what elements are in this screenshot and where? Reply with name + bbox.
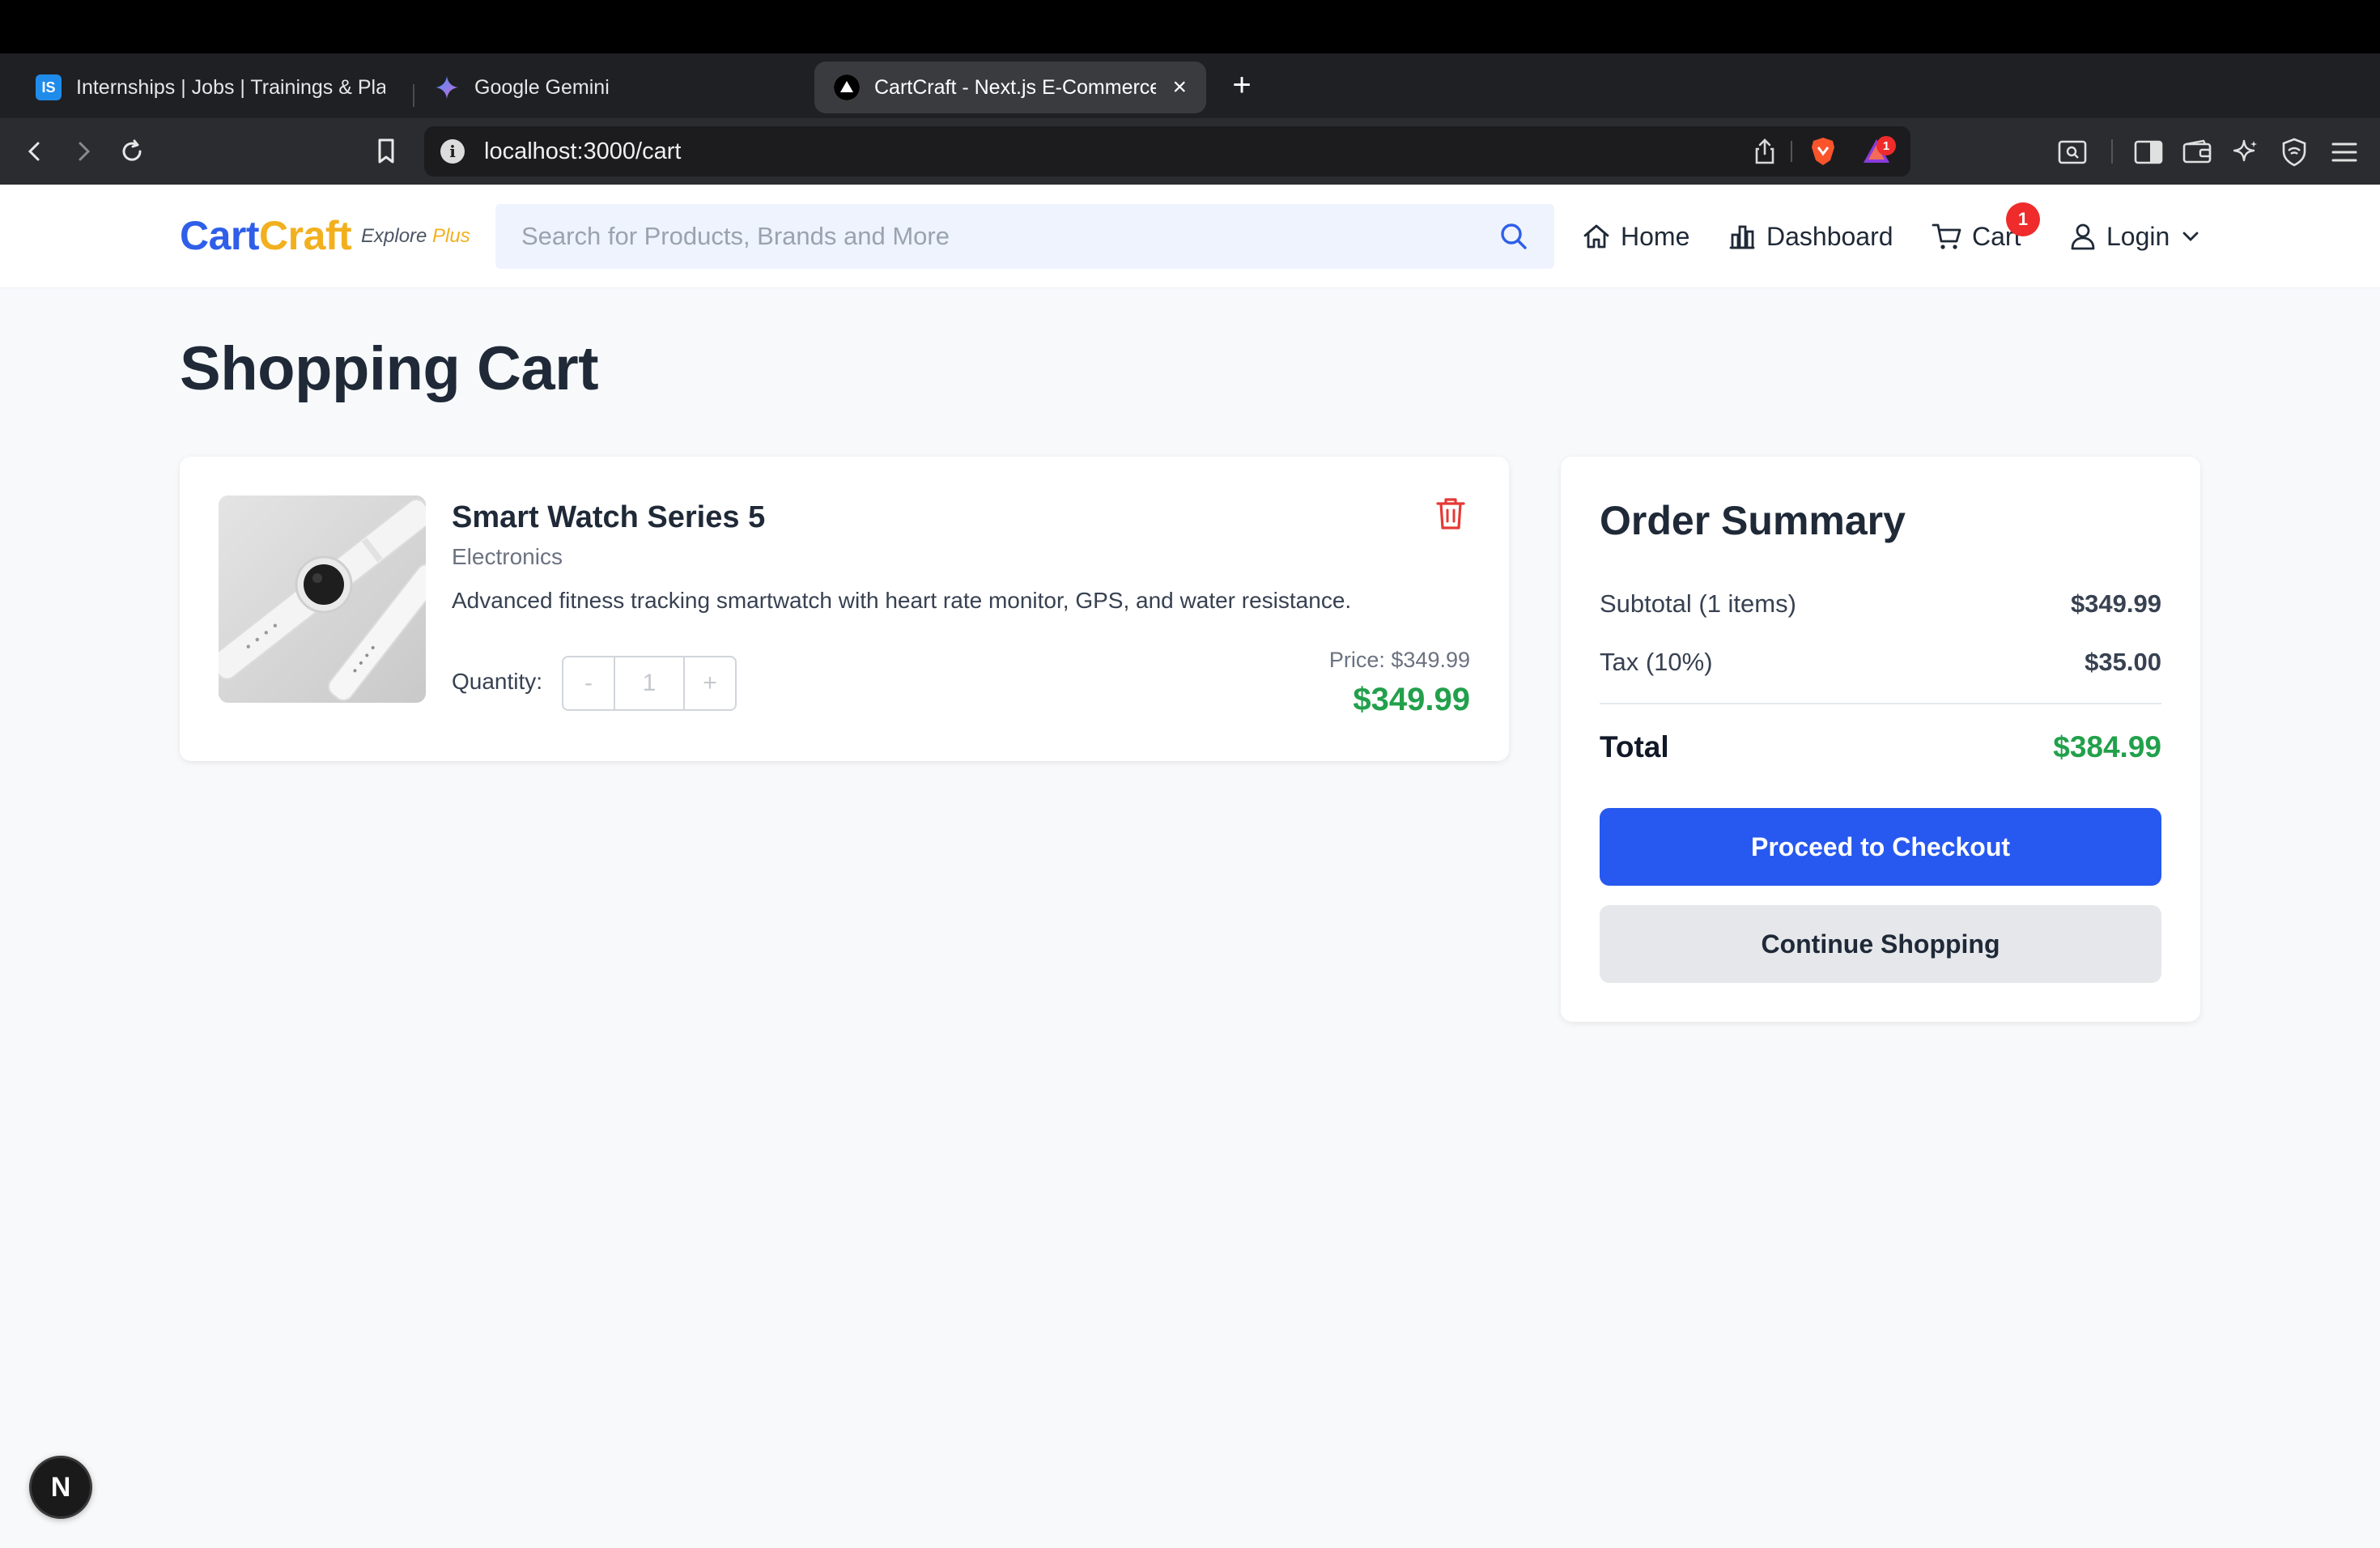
tagline-explore: Explore (361, 225, 433, 247)
vercel-triangle-icon (834, 74, 860, 100)
menu-icon[interactable] (2328, 136, 2361, 168)
product-image[interactable] (219, 495, 426, 703)
trash-icon[interactable] (1434, 495, 1467, 531)
brave-shields-icon[interactable] (1807, 135, 1839, 168)
bookmark-icon (378, 138, 394, 164)
reload-button[interactable] (113, 133, 151, 170)
tax-value: $35.00 (2085, 648, 2161, 676)
subtotal-label: Subtotal (1 items) (1600, 589, 1796, 618)
total-label: Total (1600, 730, 1669, 763)
bookmark-button[interactable] (368, 133, 405, 170)
nav-home-label: Home (1621, 221, 1690, 251)
forward-arrow-icon (79, 142, 91, 161)
order-summary-title: Order Summary (1600, 498, 1906, 543)
vpn-shield-icon[interactable] (2278, 136, 2310, 168)
increase-quantity-button[interactable]: + (685, 657, 735, 709)
logo-part-craft: Craft (259, 213, 352, 258)
browser-toolbar: i localhost:3000/cart 1 (0, 118, 2380, 185)
site-header: CartCraft Explore Plus Home Dashboard Ca… (0, 185, 2380, 288)
cart-count-badge: 1 (2006, 202, 2040, 236)
internshala-favicon-icon: IS (36, 74, 62, 100)
total-row: Total $384.99 (1600, 730, 2161, 764)
wallet-icon[interactable] (2181, 136, 2213, 168)
chevron-down-icon (2182, 232, 2199, 241)
gemini-sparkle-icon (434, 74, 460, 100)
nav-dashboard[interactable]: Dashboard (1728, 215, 1893, 257)
share-icon[interactable] (1749, 135, 1781, 168)
quantity-value: 1 (614, 657, 685, 709)
tagline-plus: Plus (432, 225, 470, 247)
continue-shopping-button[interactable]: Continue Shopping (1600, 905, 2161, 983)
home-icon (1583, 224, 1609, 249)
url-text: localhost:3000/cart (484, 138, 682, 164)
sidebar-icon[interactable] (2132, 136, 2165, 168)
tax-row: Tax (10%) $35.00 (1600, 648, 2161, 677)
tab-title: Google Gemini (474, 75, 610, 99)
dashboard-chart-icon (1729, 225, 1755, 249)
nextjs-dev-tools-button[interactable]: N (29, 1456, 92, 1519)
tab-title: Internships | Jobs | Trainings & Placeme… (76, 75, 385, 99)
rewards-badge: 1 (1876, 136, 1896, 155)
new-tab-button[interactable]: + (1226, 69, 1258, 102)
cart-icon (1932, 223, 1961, 249)
nav-login-label: Login (2106, 221, 2170, 251)
close-tab-icon[interactable]: × (1172, 74, 1187, 101)
order-summary-card: Order Summary Subtotal (1 items) $349.99… (1561, 457, 2200, 1022)
window-top-bar (0, 0, 2380, 53)
decrease-quantity-button[interactable]: - (563, 657, 614, 709)
tax-label: Tax (10%) (1600, 648, 1713, 676)
logo[interactable]: CartCraft (180, 212, 352, 259)
user-icon (2071, 223, 2095, 250)
forward-button[interactable] (65, 133, 102, 170)
quantity-stepper: - 1 + (562, 656, 737, 711)
tab-gemini[interactable]: Google Gemini (414, 62, 803, 113)
logo-tagline: Explore Plus (361, 225, 470, 248)
unit-price: Price: $349.99 (1328, 648, 1470, 672)
address-bar[interactable]: i localhost:3000/cart 1 (424, 126, 1910, 176)
tab-title: CartCraft - Next.js E-Commerce (874, 75, 1157, 99)
back-button[interactable] (16, 133, 53, 170)
leo-ai-icon[interactable] (2229, 136, 2262, 168)
line-total-price: $349.99 (1353, 682, 1470, 717)
logo-part-cart: Cart (180, 213, 260, 258)
tab-cartcraft[interactable]: CartCraft - Next.js E-Commerce × (814, 62, 1206, 113)
search-bar (495, 204, 1554, 269)
product-category: Electronics (452, 544, 563, 569)
search-icon[interactable] (1498, 220, 1530, 253)
screenshot-search-icon[interactable] (2056, 136, 2089, 168)
proceed-to-checkout-button[interactable]: Proceed to Checkout (1600, 808, 2161, 886)
subtotal-row: Subtotal (1 items) $349.99 (1600, 589, 2161, 619)
nav-login[interactable]: Login (2069, 215, 2202, 257)
reload-icon (122, 139, 142, 161)
back-arrow-icon (28, 142, 40, 161)
page-title: Shopping Cart (180, 334, 599, 403)
summary-divider (1600, 703, 2161, 704)
cart-item-card: Smart Watch Series 5 Electronics Advance… (180, 457, 1509, 761)
tab-internshala[interactable]: IS Internships | Jobs | Trainings & Plac… (16, 62, 405, 113)
nav-home[interactable]: Home (1582, 215, 1689, 257)
toolbar-divider (2111, 139, 2113, 164)
total-value: $384.99 (2053, 730, 2161, 763)
tab-strip: IS Internships | Jobs | Trainings & Plac… (0, 53, 2380, 118)
site-info-icon[interactable]: i (440, 139, 465, 164)
smartwatch-image (219, 495, 426, 703)
search-input[interactable] (495, 204, 1554, 269)
url-divider (1791, 141, 1792, 162)
product-name[interactable]: Smart Watch Series 5 (452, 500, 765, 535)
quantity-label: Quantity: (452, 669, 543, 694)
product-description: Advanced fitness tracking smartwatch wit… (452, 588, 1352, 613)
nav-dashboard-label: Dashboard (1766, 221, 1893, 251)
subtotal-value: $349.99 (2070, 589, 2161, 618)
